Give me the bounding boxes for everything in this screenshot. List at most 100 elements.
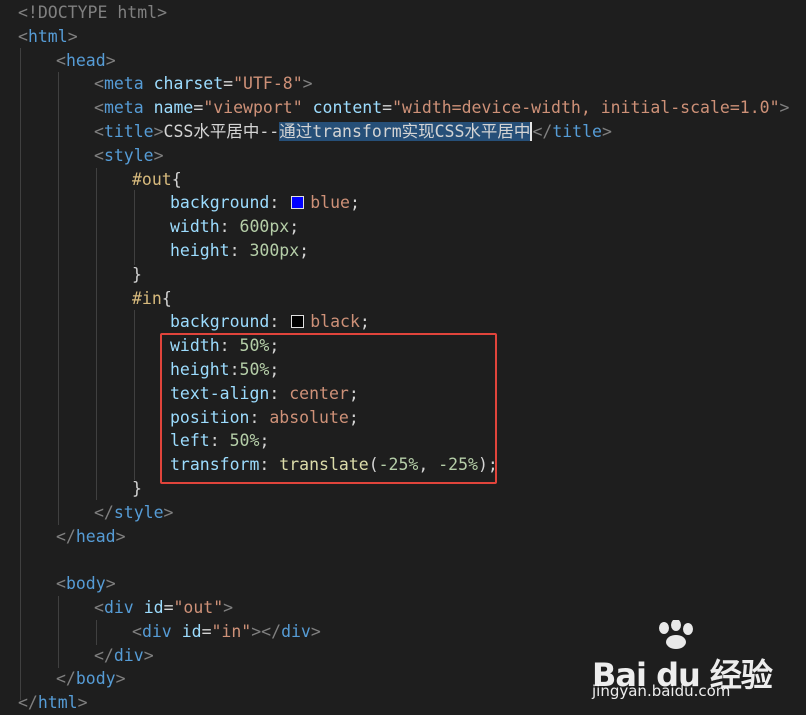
code-line: width: 600px; [170,215,299,239]
code-token: content [312,98,383,118]
code-token: style [103,145,154,165]
code-token: ></ [251,621,282,641]
code-token: : [229,241,250,260]
code-token: title [103,122,154,141]
code-line: <style> [94,144,164,168]
code-token: "width=device-width, initial-scale=1.0" [392,98,780,118]
code-line: #in{ [132,287,172,311]
color-swatch-icon[interactable] [291,195,305,209]
code-token: meta [103,98,144,118]
code-token: } [132,264,142,284]
color-swatch-icon[interactable] [291,314,305,328]
code-token: < [94,145,104,165]
code-line: </style> [94,501,173,525]
code-token: ; [299,241,310,260]
code-token: "in" [211,621,252,641]
code-token: div [281,621,311,641]
code-token: < [132,621,142,641]
code-line: <div id="in"></div> [132,620,321,644]
code-token: > [115,526,126,546]
code-line: </html> [18,691,88,715]
code-token: > [601,122,612,141]
code-token: charset [153,74,224,94]
code-line: <html> [18,25,78,49]
watermark-url: jingyan.baidu.com [592,682,731,700]
code-line: #out{ [132,168,182,192]
red-highlight-box [160,333,497,484]
code-token: < [18,26,28,46]
code-token: = [223,74,234,94]
code-token: head [65,50,106,70]
code-token: < [94,122,104,141]
code-token: style [113,502,164,522]
baidu-jingyan-watermark: Bai du 经验 jingyan.baidu.com [592,618,773,700]
code-token: html [27,26,68,46]
selected-text: 通过transform实现CSS水平居中 [279,122,531,141]
code-token: = [193,98,204,118]
code-token: div [141,621,172,641]
code-token: </ [18,693,38,713]
code-token: > [302,74,313,94]
code-token: #in [132,288,162,308]
indent-guide [58,72,59,525]
indent-guide [58,596,59,668]
code-line: } [132,477,142,501]
code-token: { [171,169,182,189]
code-token: </ [56,526,76,546]
code-token: body [65,574,106,594]
code-line: <div id="out"> [94,596,233,620]
code-token: : [269,193,290,213]
code-line: background: blue; [170,191,360,215]
code-token: id [181,621,202,641]
indent-guide [134,190,135,265]
code-line: } [132,263,142,287]
code-token: name [153,98,194,118]
code-token: : [269,312,290,332]
code-token: black [310,312,360,332]
code-token: width [170,217,220,237]
code-line: <meta charset="UTF-8"> [94,72,313,96]
code-line: background: black; [170,310,370,334]
code-token: "out" [173,598,224,617]
code-token: > [310,621,321,641]
indent-guide [96,168,97,500]
code-token: > [77,693,88,713]
code-token: ; [289,217,300,237]
code-token: : [219,217,240,237]
code-token: } [132,479,142,498]
code-line: </body> [56,667,126,691]
code-token: > [153,122,164,141]
code-token: #out [132,169,172,189]
code-token: = [201,621,212,641]
code-token: > [153,145,164,165]
code-token: > [105,574,116,594]
code-token: < [94,98,104,118]
code-line: <!DOCTYPE html> [18,1,167,25]
code-token: background [170,193,270,213]
code-line: <body> [56,572,116,596]
code-token: 600px [239,217,290,237]
code-token: { [161,288,172,308]
code-token: </ [94,502,114,522]
code-token: 300px [249,241,300,260]
code-token: title [552,122,602,141]
code-token: ; [349,193,360,213]
code-token: > [163,502,174,522]
code-token: </ [532,122,553,141]
code-line: <head> [56,49,116,73]
paw-icon [659,620,693,649]
code-token: = [163,598,174,617]
code-line: </head> [56,525,126,549]
code-editor[interactable]: <!DOCTYPE html> <html> <head> <meta charset… [0,0,806,712]
code-token: blue [310,193,350,213]
code-line: height: 300px; [170,239,309,263]
code-token: > [105,50,116,70]
code-token: > [779,98,790,118]
code-token: </ [94,645,114,665]
code-token: background [170,312,270,332]
